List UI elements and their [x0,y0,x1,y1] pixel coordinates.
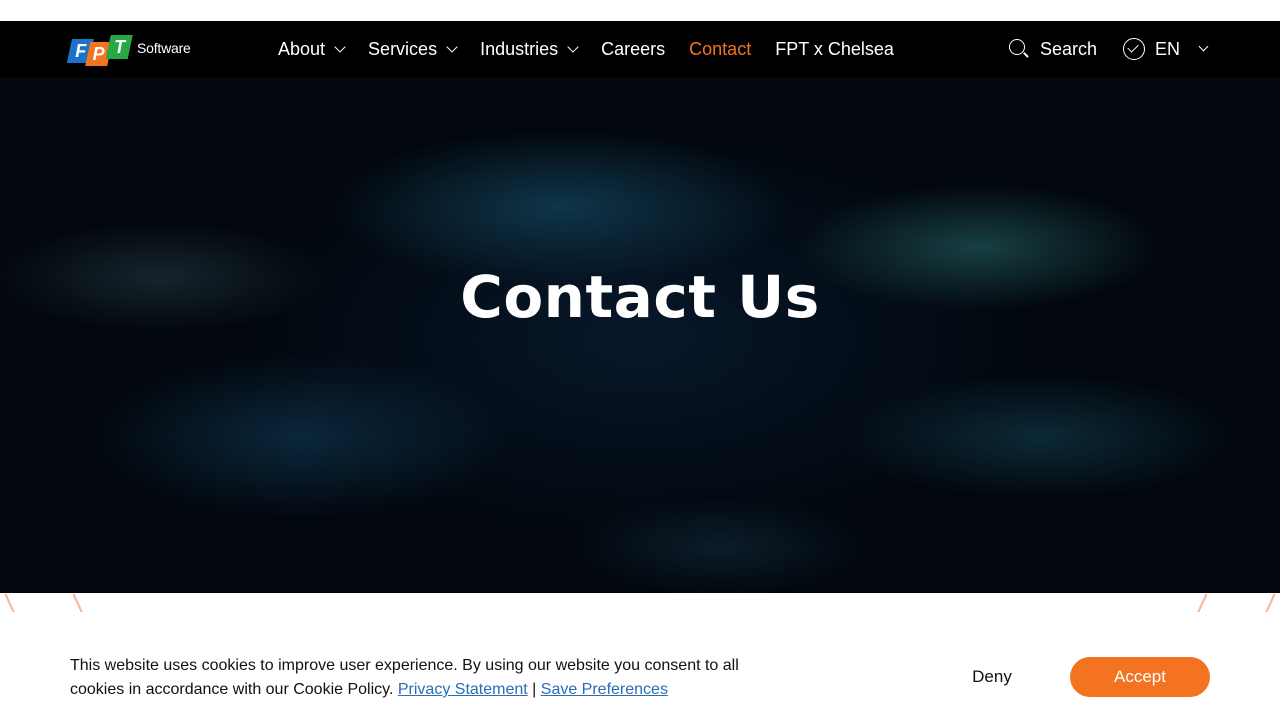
nav-item-contact[interactable]: Contact [689,39,751,60]
nav-item-industries[interactable]: Industries [480,38,579,60]
hero-banner: Contact Us [0,77,1280,593]
main-nav: About Services Industries Careers Contac… [278,21,918,77]
nav-item-about[interactable]: About [278,38,346,60]
nav-item-label: Industries [480,38,559,59]
search-button[interactable]: Search [1008,38,1097,60]
save-preferences-link[interactable]: Save Preferences [541,681,668,698]
logo-wordmark: Software [137,40,191,56]
search-label: Search [1040,38,1098,59]
privacy-statement-link[interactable]: Privacy Statement [398,681,528,698]
chevron-down-icon [1198,41,1209,52]
logo-letter: F [74,40,86,61]
cookie-message: This website uses cookies to improve use… [70,654,790,702]
logo-letter: P [92,43,105,64]
globe-icon [1123,38,1146,60]
nav-item-services[interactable]: Services [368,38,458,60]
nav-item-label: Careers [601,38,666,59]
logo-tile-t: T [105,35,133,59]
search-icon [1008,38,1030,60]
page-title: Contact Us [460,263,820,331]
nav-item-careers[interactable]: Careers [601,39,665,60]
language-selector[interactable]: EN [1123,38,1209,60]
top-strip [0,0,1280,21]
nav-item-label: About [278,38,326,59]
nav-item-fpt-x-chelsea[interactable]: FPT x Chelsea [775,39,894,60]
chevron-down-icon [567,40,579,53]
accept-button[interactable]: Accept [1070,657,1210,697]
header-actions: Search EN [1008,21,1209,77]
fpt-software-logo[interactable]: F P T Software [66,28,200,68]
logo-tiles: F P T [66,35,133,66]
chevron-down-icon [446,40,458,53]
deny-button[interactable]: Deny [942,657,1042,697]
nav-item-label: Contact [689,38,752,59]
chevron-down-icon [334,40,346,53]
link-separator: | [532,681,537,698]
nav-item-label: Services [368,38,438,59]
cookie-banner: This website uses cookies to improve use… [0,612,1280,720]
site-header: F P T Software About Services Industries… [0,21,1280,77]
language-label: EN [1155,38,1181,59]
logo-letter: T [113,36,125,57]
nav-item-label: FPT x Chelsea [775,38,894,59]
